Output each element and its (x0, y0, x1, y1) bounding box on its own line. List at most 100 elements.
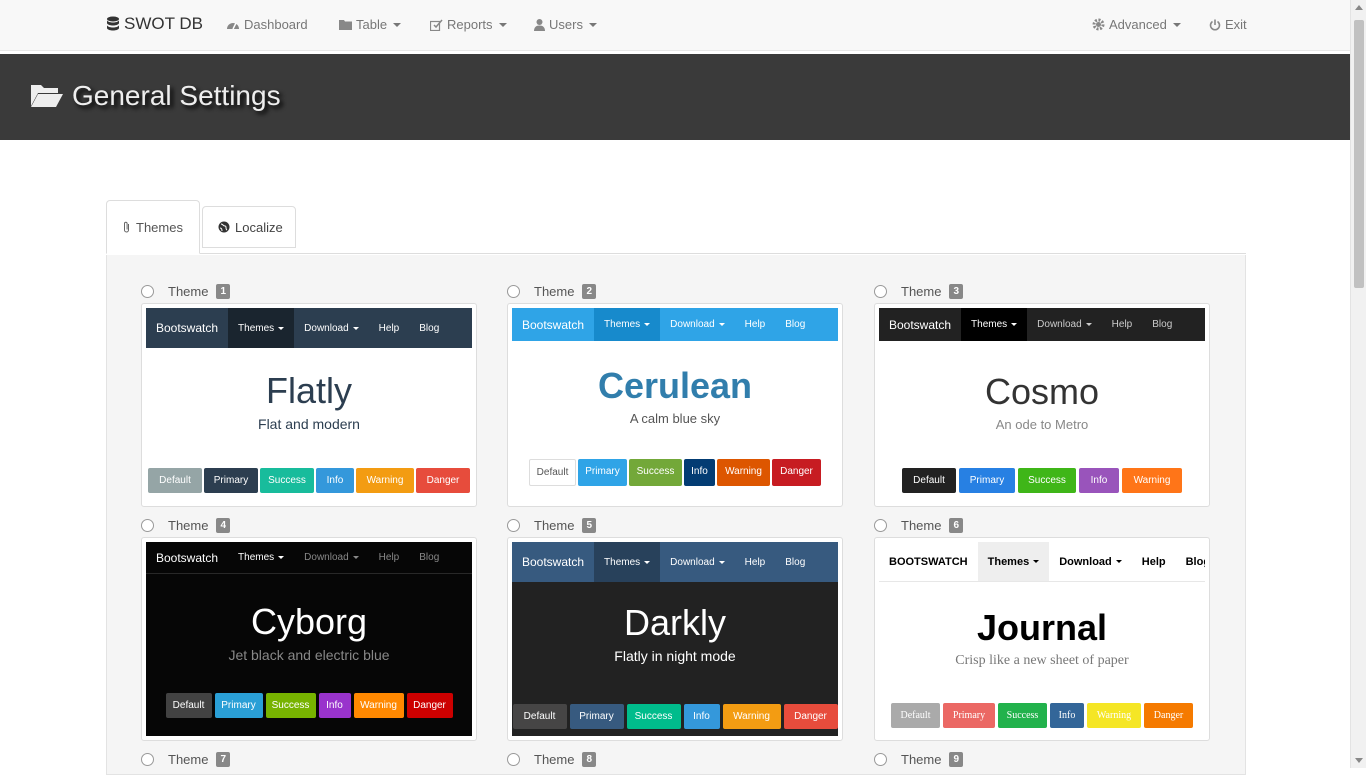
nav-advanced-label: Advanced (1109, 17, 1167, 32)
theme-radio-4[interactable] (141, 519, 154, 532)
page-scrollbar[interactable] (1350, 0, 1366, 768)
preview-brand: Bootswatch (522, 317, 585, 332)
preview-button: Primary (214, 693, 263, 718)
theme-option-6[interactable]: Theme 6 (874, 518, 964, 533)
preview-button: Primary (943, 703, 995, 728)
nav-advanced[interactable]: Advanced (1092, 17, 1181, 32)
preview-link: Themes (228, 542, 294, 573)
preview-brand: Bootswatch (156, 321, 219, 335)
preview-button: Info (318, 693, 351, 718)
theme-option-8[interactable]: Theme 8 (507, 752, 597, 767)
preview-link: Help (1141, 555, 1166, 568)
preview-button: Warning (1122, 468, 1182, 493)
nav-reports[interactable]: Reports (430, 17, 507, 32)
nav-reports-label: Reports (447, 17, 493, 32)
gear-icon (1092, 18, 1105, 31)
theme-label-text: Theme (168, 284, 209, 299)
chevron-down-icon (718, 560, 725, 564)
preview-button: Danger (416, 468, 470, 493)
nav-dashboard-label: Dashboard (244, 17, 308, 32)
preview-link: Blog (1185, 555, 1205, 568)
theme-radio-2[interactable] (507, 285, 520, 298)
tabs-divider (106, 253, 1246, 254)
theme-preview-cyborg[interactable]: Bootswatch Themes Download Help Blog Cyb… (141, 537, 477, 741)
nav-users[interactable]: Users (534, 17, 597, 32)
theme-preview-cerulean[interactable]: Bootswatch Themes Download Help Blog Cer… (507, 303, 843, 507)
preview-link: Help (1111, 319, 1133, 330)
preview-button: Info (316, 468, 354, 493)
preview-link: Blog (419, 322, 440, 334)
preview-link: Themes (594, 542, 661, 582)
theme-radio-1[interactable] (141, 285, 154, 298)
preview-brand: BOOTSWATCH (889, 555, 968, 568)
tab-localize-label: Localize (235, 219, 283, 235)
theme-option-2[interactable]: Theme 2 (507, 284, 597, 299)
theme-option-5[interactable]: Theme 5 (507, 518, 597, 533)
preview-button: Primary (959, 468, 1015, 493)
theme-radio-6[interactable] (874, 519, 887, 532)
nav-dashboard[interactable]: Dashboard (226, 17, 308, 32)
theme-option-7[interactable]: Theme 7 (141, 752, 231, 767)
preview-link: Blog (785, 319, 806, 330)
preview-button: Success (265, 693, 316, 718)
preview-button: Warning (722, 704, 781, 729)
preview-button: Info (1079, 468, 1119, 493)
nav-exit[interactable]: Exit (1209, 17, 1247, 32)
theme-number-badge: 4 (216, 518, 231, 533)
preview-button: Warning (356, 468, 414, 493)
preview-link: Blog (785, 556, 806, 568)
theme-radio-7[interactable] (141, 753, 154, 766)
preview-link: Themes (961, 308, 1028, 341)
scrollbar-thumb[interactable] (1354, 20, 1364, 288)
theme-number-badge: 7 (216, 752, 231, 767)
theme-preview-flatly[interactable]: Bootswatch Themes Download Help Blog Fla… (141, 303, 477, 507)
scroll-down-arrow-icon[interactable] (1355, 758, 1363, 763)
preview-title: Cyborg (250, 601, 368, 642)
theme-option-1[interactable]: Theme 1 (141, 284, 231, 299)
preview-button: Info (684, 459, 715, 486)
preview-button: Success (1018, 468, 1076, 493)
theme-preview-darkly[interactable]: Bootswatch Themes Download Help Blog Dar… (507, 537, 843, 741)
page-title-text: General Settings (72, 80, 281, 111)
theme-number-badge: 9 (949, 752, 964, 767)
theme-radio-3[interactable] (874, 285, 887, 298)
theme-preview-journal[interactable]: BOOTSWATCH Themes Download Help Blog Jou… (874, 537, 1210, 741)
chevron-down-icon (278, 326, 285, 330)
theme-label-text: Theme (168, 518, 209, 533)
theme-radio-5[interactable] (507, 519, 520, 532)
theme-option-3[interactable]: Theme 3 (874, 284, 964, 299)
chevron-down-icon (498, 22, 507, 27)
nav-table-label: Table (356, 17, 388, 32)
preview-button: Default (891, 703, 940, 728)
chevron-down-icon (1011, 323, 1018, 326)
preview-link: Download (294, 308, 368, 348)
theme-radio-9[interactable] (874, 753, 887, 766)
preview-button: Danger (1144, 703, 1193, 728)
preview-button: Primary (578, 459, 627, 486)
chevron-down-icon (588, 22, 597, 27)
page-title: General Settings (30, 80, 281, 112)
preview-button: Success (260, 468, 314, 493)
preview-link: Download (294, 542, 368, 573)
preview-link: Themes (594, 308, 661, 341)
theme-option-4[interactable]: Theme 4 (141, 518, 231, 533)
theme-number-badge: 6 (949, 518, 964, 533)
preview-button: Default (512, 704, 567, 729)
tab-localize[interactable]: Localize (202, 206, 296, 248)
preview-button: Primary (204, 468, 258, 493)
brand-link[interactable]: SWOT DB (106, 14, 203, 34)
tab-themes[interactable]: Themes (106, 200, 200, 254)
preview-button: Danger (772, 459, 821, 486)
theme-number-badge: 1 (216, 284, 231, 299)
theme-preview-cosmo[interactable]: Bootswatch Themes Download Help Blog Cos… (874, 303, 1210, 507)
scroll-up-arrow-icon[interactable] (1355, 5, 1363, 10)
theme-radio-8[interactable] (507, 753, 520, 766)
preview-tagline: Flatly in night mode (614, 648, 736, 664)
preview-button: Info (1050, 703, 1084, 728)
theme-label-text: Theme (901, 518, 942, 533)
preview-link: Help (378, 552, 400, 563)
nav-table[interactable]: Table (339, 17, 402, 32)
paperclip-icon (122, 221, 131, 233)
folder-open-icon (30, 82, 64, 110)
theme-option-9[interactable]: Theme 9 (874, 752, 964, 767)
